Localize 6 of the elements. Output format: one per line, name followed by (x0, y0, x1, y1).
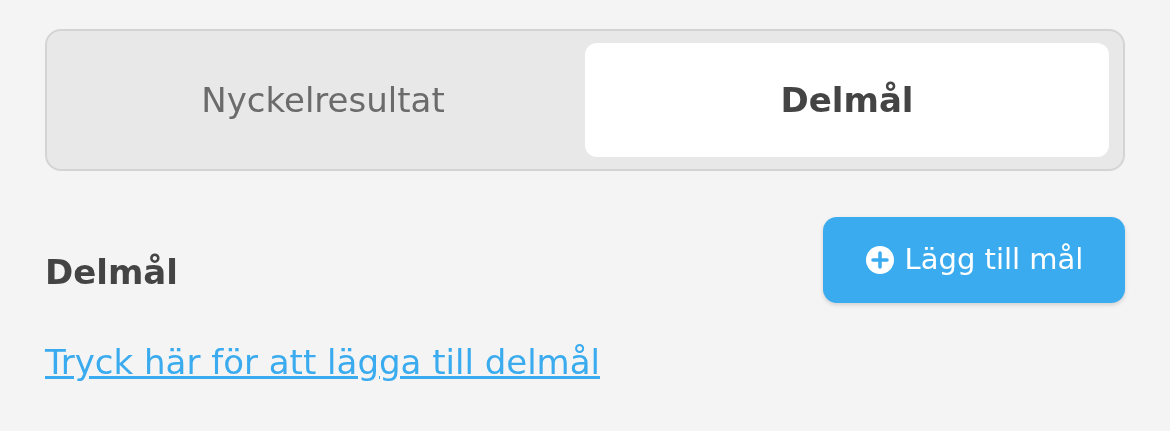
tab[interactable]: Delmål (585, 43, 1109, 157)
add-subgoal-link[interactable]: Tryck här för att lägga till delmål (45, 337, 600, 388)
plus-icon (864, 245, 895, 275)
tab[interactable]: Nyckelresultat (61, 43, 585, 157)
add-goal-button[interactable]: Lägg till mål (823, 217, 1125, 303)
section-title: Delmål (45, 251, 178, 294)
